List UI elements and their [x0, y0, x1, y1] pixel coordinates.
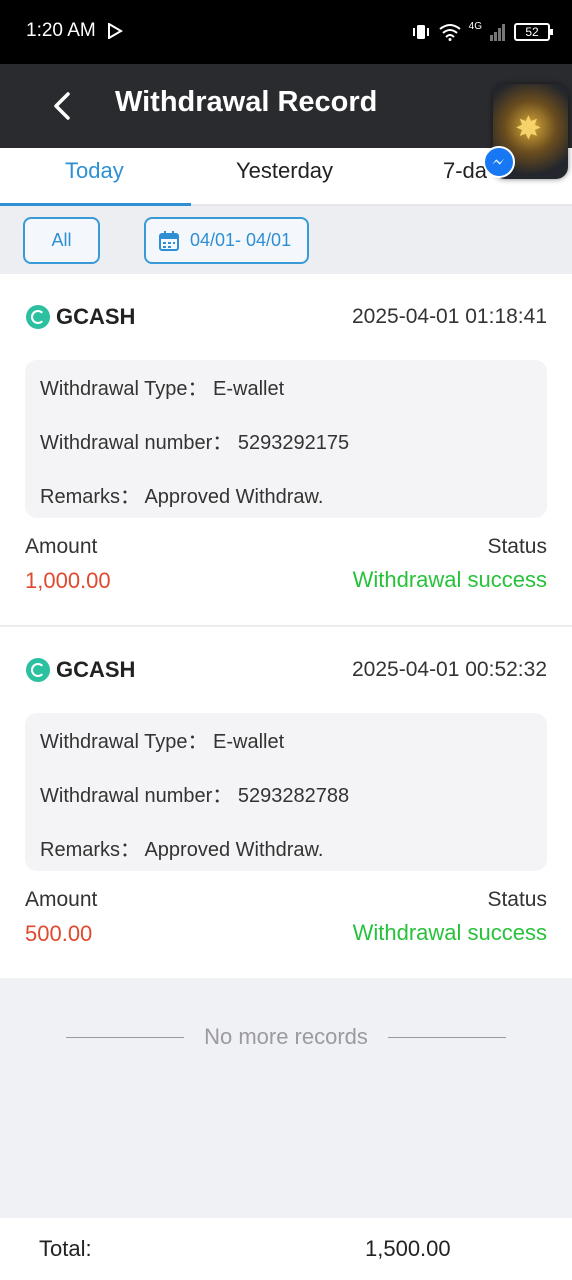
messenger-icon[interactable]	[483, 146, 515, 178]
status-value: Withdrawal success	[352, 920, 547, 945]
calendar-icon	[159, 231, 179, 251]
record-details: Withdrawal Type： E-wallet Withdrawal num…	[25, 713, 547, 871]
total-value: 1,500.00	[365, 1236, 451, 1261]
remarks-label: Remarks：	[40, 486, 141, 508]
remarks-row: Remarks： Approved Withdraw.	[40, 480, 323, 509]
status-label: Status	[487, 535, 547, 558]
network-type: 4G	[468, 20, 482, 32]
page-title: Withdrawal Record	[115, 86, 378, 118]
record-datetime: 2025-04-01 00:52:32	[352, 658, 547, 681]
status-label: Status	[487, 888, 547, 911]
vibrate-icon	[412, 25, 429, 39]
gcash-icon	[26, 658, 50, 682]
tab-today[interactable]: Today	[65, 158, 124, 184]
status-indicators: 4G 52	[411, 20, 553, 44]
record-datetime: 2025-04-01 01:18:41	[352, 305, 547, 328]
status-value: Withdrawal success	[352, 567, 547, 592]
total-footer: Total: 1,500.00	[0, 1218, 572, 1280]
withdrawal-type-value: E-wallet	[213, 731, 285, 753]
total-label: Total:	[39, 1236, 92, 1261]
withdrawal-type-value: E-wallet	[213, 378, 285, 400]
battery-icon: 52	[514, 23, 553, 41]
amount-label: Amount	[25, 535, 98, 558]
withdrawal-number-label: Withdrawal number：	[40, 432, 233, 454]
gcash-icon	[26, 305, 50, 329]
no-more-records: No more records	[0, 1020, 572, 1054]
record-details: Withdrawal Type： E-wallet Withdrawal num…	[25, 360, 547, 518]
play-store-icon	[108, 23, 123, 39]
amount-label: Amount	[25, 888, 98, 911]
withdrawal-number-label: Withdrawal number：	[40, 785, 233, 807]
remarks-label: Remarks：	[40, 839, 141, 861]
withdrawal-type-row: Withdrawal Type： E-wallet	[40, 725, 284, 754]
remarks-value: Approved Withdraw.	[144, 839, 324, 861]
back-arrow-icon[interactable]	[48, 86, 76, 126]
date-range-label: 04/01- 04/01	[190, 230, 292, 250]
date-range-button[interactable]: 04/01- 04/01	[144, 217, 309, 264]
withdrawal-number-value: 5293282788	[237, 785, 350, 807]
tab-yesterday[interactable]: Yesterday	[236, 158, 333, 184]
divider-right	[388, 1037, 506, 1038]
payment-method: GCASH	[26, 304, 135, 330]
tab-7-days[interactable]: 7-da	[443, 158, 487, 184]
withdrawal-type-label: Withdrawal Type：	[40, 731, 208, 753]
filter-bar: All 04/01- 04/01	[0, 206, 572, 274]
withdrawal-type-label: Withdrawal Type：	[40, 378, 208, 400]
withdrawal-number-value: 5293292175	[237, 432, 350, 454]
record-card[interactable]: GCASH 2025-04-01 00:52:32 Withdrawal Typ…	[0, 627, 572, 978]
withdrawal-number-row: Withdrawal number： 5293282788	[40, 779, 349, 808]
badge-star-icon: ✸	[515, 110, 542, 146]
withdrawal-number-row: Withdrawal number： 5293292175	[40, 426, 349, 455]
payment-method: GCASH	[26, 657, 135, 683]
record-card[interactable]: GCASH 2025-04-01 01:18:41 Withdrawal Typ…	[0, 274, 572, 626]
filter-all-button[interactable]: All	[23, 217, 100, 264]
payment-method-label: GCASH	[56, 304, 136, 329]
signal-icon	[490, 24, 505, 41]
wifi-icon	[439, 24, 461, 41]
no-more-records-text: No more records	[204, 1024, 368, 1049]
amount-value: 1,000.00	[25, 568, 111, 593]
status-bar: 1:20 AM 4G 52	[0, 0, 572, 64]
remarks-row: Remarks： Approved Withdraw.	[40, 833, 323, 862]
divider-left	[66, 1037, 184, 1038]
status-time: 1:20 AM	[26, 20, 96, 41]
amount-value: 500.00	[25, 921, 93, 946]
payment-method-label: GCASH	[56, 657, 136, 682]
app-header: Withdrawal Record	[0, 64, 572, 148]
withdrawal-type-row: Withdrawal Type： E-wallet	[40, 372, 284, 401]
remarks-value: Approved Withdraw.	[144, 486, 324, 508]
